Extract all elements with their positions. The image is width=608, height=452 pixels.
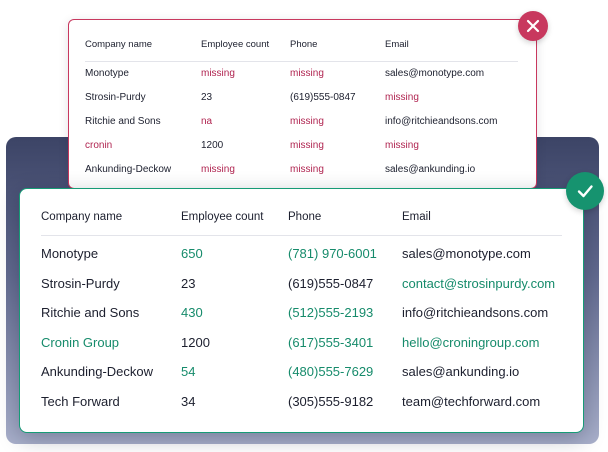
table-cell-company: Monotype [85,68,129,79]
success-badge [566,172,604,210]
table-cell-company: Ankunding-Deckow [41,364,154,379]
table-cell-email: sales@ankunding.io [385,164,476,175]
table-cell-phone: (480)555-7629 [288,364,374,379]
table-cell-company: Ritchie and Sons [85,116,161,127]
table-cell-employees: missing [201,68,235,79]
table-cell-company: Strosin-Purdy [41,275,120,291]
before-data-card: Company name Employee count Phone Email … [68,19,537,189]
table-cell-phone: missing [290,68,324,79]
table-cell-employees: 54 [181,364,196,379]
table-cell-company: Strosin-Purdy [85,92,146,103]
table-cell-phone: (617)555-3401 [288,334,374,350]
table-cell-company: Monotype [41,246,99,261]
table-cell-email: info@ritchieandsons.com [385,116,498,127]
column-header: Phone [288,211,322,223]
table-cell-email: contact@strosinpurdy.com [402,275,556,291]
table-cell-employees: 430 [181,305,203,320]
column-header: Email [385,39,409,50]
table-cell-phone: (619)555-0847 [288,275,374,291]
table-cell-employees: 23 [181,275,196,291]
table-cell-phone: (305)555-9182 [288,393,374,409]
table-cell-email: hello@croningroup.com [402,334,540,350]
header-divider [85,61,518,62]
table-cell-company: Ritchie and Sons [41,305,140,320]
column-header: Company name [85,39,153,50]
table-cell-employees: 23 [201,92,213,103]
check-icon [577,185,593,198]
table-cell-phone: missing [290,164,324,175]
column-header: Employee count [201,39,270,50]
table-cell-employees: 1200 [201,140,224,151]
table-cell-employees: 650 [181,246,203,261]
table-cell-employees: 1200 [181,334,210,350]
table-cell-phone: (619)555-0847 [290,92,356,103]
error-badge [518,11,548,41]
column-header: Company name [41,211,123,223]
table-cell-email: sales@ankunding.io [402,364,520,379]
table-cell-company: Tech Forward [41,393,120,409]
header-divider [41,235,562,236]
table-cell-phone: missing [290,140,324,151]
after-data-card: Company name Employee count Phone Email … [19,188,584,433]
column-header: Employee count [181,211,264,223]
table-cell-email: missing [385,140,419,151]
table-cell-company: cronin [85,140,113,151]
table-cell-employees: 34 [181,393,196,409]
before-table: Company name Employee count Phone Email … [69,20,536,188]
close-icon [526,19,540,33]
column-header: Phone [290,39,318,50]
column-header: Email [402,211,431,223]
table-cell-company: Ankunding-Deckow [85,164,172,175]
after-table: Company name Employee count Phone Email … [20,189,583,432]
table-cell-phone: (512)555-2193 [288,305,374,320]
table-cell-email: missing [385,92,419,103]
table-cell-email: team@techforward.com [402,393,541,409]
table-cell-email: sales@monotype.com [402,246,531,261]
table-cell-employees: missing [201,164,235,175]
table-cell-employees: na [201,116,213,127]
table-cell-phone: missing [290,116,324,127]
table-cell-email: info@ritchieandsons.com [402,305,549,320]
table-cell-email: sales@monotype.com [385,68,485,79]
table-cell-phone: (781) 970-6001 [288,246,377,261]
table-cell-company: Cronin Group [41,334,120,350]
